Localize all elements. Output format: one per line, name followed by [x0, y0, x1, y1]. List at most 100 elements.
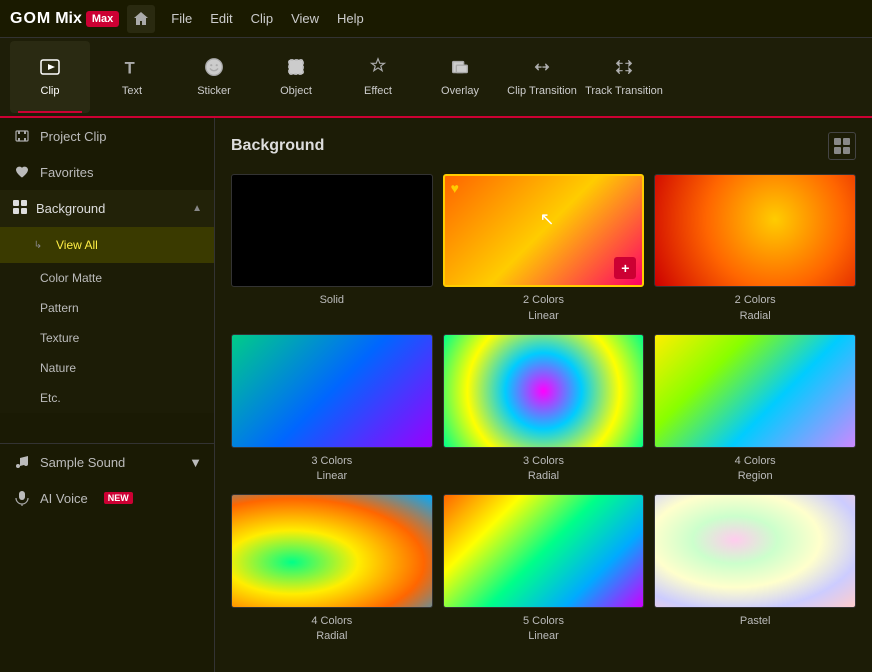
text-icon: T	[118, 53, 146, 81]
sidebar: Project Clip Favorites Background ▲ ↳ Vi…	[0, 118, 215, 672]
item-pastel[interactable]: Pastel	[654, 494, 856, 644]
toolbar-overlay[interactable]: Overlay	[420, 41, 500, 113]
sidebar-section-background[interactable]: Background ▲	[0, 190, 214, 227]
sidebar-background-children: ↳ View All Color Matte Pattern Texture N…	[0, 227, 214, 413]
toolbar-clip[interactable]: Clip	[10, 41, 90, 113]
sidebar-item-nature[interactable]: Nature	[0, 353, 214, 383]
toolbar-object-label: Object	[280, 85, 312, 97]
sidebar-item-favorites[interactable]: Favorites	[0, 154, 214, 190]
clip-transition-icon	[528, 53, 556, 81]
sidebar-item-ai-voice[interactable]: AI Voice NEW	[0, 480, 214, 516]
sidebar-texture-label: Texture	[40, 331, 79, 345]
content-area: Background Solid ♥ ↖ +	[215, 118, 872, 672]
sidebar-item-color-matte[interactable]: Color Matte	[0, 263, 214, 293]
item-4colors-radial-thumb	[231, 494, 433, 607]
menu-edit[interactable]: Edit	[210, 11, 232, 26]
menu-help[interactable]: Help	[337, 11, 364, 26]
toolbar-clip-label: Clip	[41, 85, 60, 97]
chevron-down-icon: ▼	[189, 455, 202, 470]
item-5colors-linear[interactable]: 5 Colors Linear	[443, 494, 645, 644]
content-title: Background	[231, 137, 324, 155]
sidebar-item-pattern[interactable]: Pattern	[0, 293, 214, 323]
logo-mix: Mix	[55, 10, 82, 28]
item-2colors-radial-thumb	[654, 174, 856, 287]
item-solid-label: Solid	[320, 293, 344, 308]
sidebar-item-sample-sound[interactable]: Sample Sound ▼	[0, 443, 214, 480]
item-5colors-linear-thumb	[443, 494, 645, 607]
mic-icon	[12, 488, 32, 508]
heart-icon	[12, 162, 32, 182]
items-grid: Solid ♥ ↖ + 2 Colors Linear 2 Col	[231, 174, 856, 645]
cursor-icon: ↖	[540, 209, 555, 230]
sidebar-view-all-label: View All	[56, 238, 98, 252]
item-2colors-radial[interactable]: 2 Colors Radial	[654, 174, 856, 324]
item-pastel-thumb	[654, 494, 856, 607]
toolbar-effect[interactable]: Effect	[338, 41, 418, 113]
item-4colors-radial-label: 4 Colors Radial	[311, 614, 352, 645]
menu-clip[interactable]: Clip	[251, 11, 273, 26]
logo-max: Max	[86, 11, 119, 27]
toolbar-track-transition-label: Track Transition	[585, 85, 663, 97]
item-4colors-region[interactable]: 4 Colors Region	[654, 334, 856, 484]
toolbar-overlay-label: Overlay	[441, 85, 479, 97]
track-transition-icon	[610, 53, 638, 81]
item-3colors-linear-thumb	[231, 334, 433, 447]
item-3colors-linear-label: 3 Colors Linear	[311, 454, 352, 485]
chevron-up-icon: ▲	[192, 203, 202, 214]
item-2colors-linear-thumb: ♥ ↖ +	[443, 174, 645, 287]
toolbar-text[interactable]: T Text	[92, 41, 172, 113]
sidebar-item-texture[interactable]: Texture	[0, 323, 214, 353]
content-header: Background	[231, 132, 856, 160]
film-icon	[12, 126, 32, 146]
toolbar: Clip T Text Sticker Object Effect Overla…	[0, 38, 872, 118]
title-bar: GOM Mix Max File Edit Clip View Help	[0, 0, 872, 38]
item-solid[interactable]: Solid	[231, 174, 433, 324]
toolbar-object[interactable]: Object	[256, 41, 336, 113]
sidebar-nature-label: Nature	[40, 361, 76, 375]
sidebar-item-project-clip[interactable]: Project Clip	[0, 118, 214, 154]
toolbar-clip-transition-label: Clip Transition	[507, 85, 577, 97]
toolbar-text-label: Text	[122, 85, 142, 97]
grid-toggle-button[interactable]	[828, 132, 856, 160]
app-logo: GOM Mix Max	[10, 10, 119, 28]
item-2colors-radial-label: 2 Colors Radial	[735, 293, 776, 324]
object-icon	[282, 53, 310, 81]
item-2colors-linear[interactable]: ♥ ↖ + 2 Colors Linear	[443, 174, 645, 324]
item-4colors-radial[interactable]: 4 Colors Radial	[231, 494, 433, 644]
sidebar-pattern-label: Pattern	[40, 301, 79, 315]
svg-text:T: T	[125, 59, 135, 77]
item-solid-thumb	[231, 174, 433, 287]
sidebar-project-clip-label: Project Clip	[40, 129, 106, 144]
favorite-indicator: ♥	[451, 180, 459, 196]
ai-voice-badge: NEW	[104, 492, 133, 504]
menu-view[interactable]: View	[291, 11, 319, 26]
menu-bar: File Edit Clip View Help	[171, 11, 363, 26]
sidebar-item-etc[interactable]: Etc.	[0, 383, 214, 413]
sticker-icon	[200, 53, 228, 81]
main-layout: Project Clip Favorites Background ▲ ↳ Vi…	[0, 118, 872, 672]
background-icon	[12, 199, 28, 218]
sidebar-item-view-all[interactable]: ↳ View All	[0, 227, 214, 263]
effect-icon	[364, 53, 392, 81]
sidebar-etc-label: Etc.	[40, 391, 61, 405]
item-3colors-linear[interactable]: 3 Colors Linear	[231, 334, 433, 484]
sidebar-sample-sound-label: Sample Sound	[40, 455, 125, 470]
indent-icon: ↳	[28, 235, 48, 255]
logo-gom: GOM	[10, 10, 51, 28]
item-pastel-label: Pastel	[740, 614, 771, 629]
menu-file[interactable]: File	[171, 11, 192, 26]
home-icon	[133, 11, 149, 27]
toolbar-clip-transition[interactable]: Clip Transition	[502, 41, 582, 113]
item-3colors-radial[interactable]: 3 Colors Radial	[443, 334, 645, 484]
clip-icon	[36, 53, 64, 81]
music-icon	[12, 452, 32, 472]
overlay-icon	[446, 53, 474, 81]
toolbar-track-transition[interactable]: Track Transition	[584, 41, 664, 113]
grid-view-icon	[833, 137, 851, 155]
toolbar-sticker-label: Sticker	[197, 85, 231, 97]
toolbar-sticker[interactable]: Sticker	[174, 41, 254, 113]
home-button[interactable]	[127, 5, 155, 33]
item-3colors-radial-thumb	[443, 334, 645, 447]
add-to-timeline-button[interactable]: +	[614, 257, 636, 279]
item-4colors-region-thumb	[654, 334, 856, 447]
